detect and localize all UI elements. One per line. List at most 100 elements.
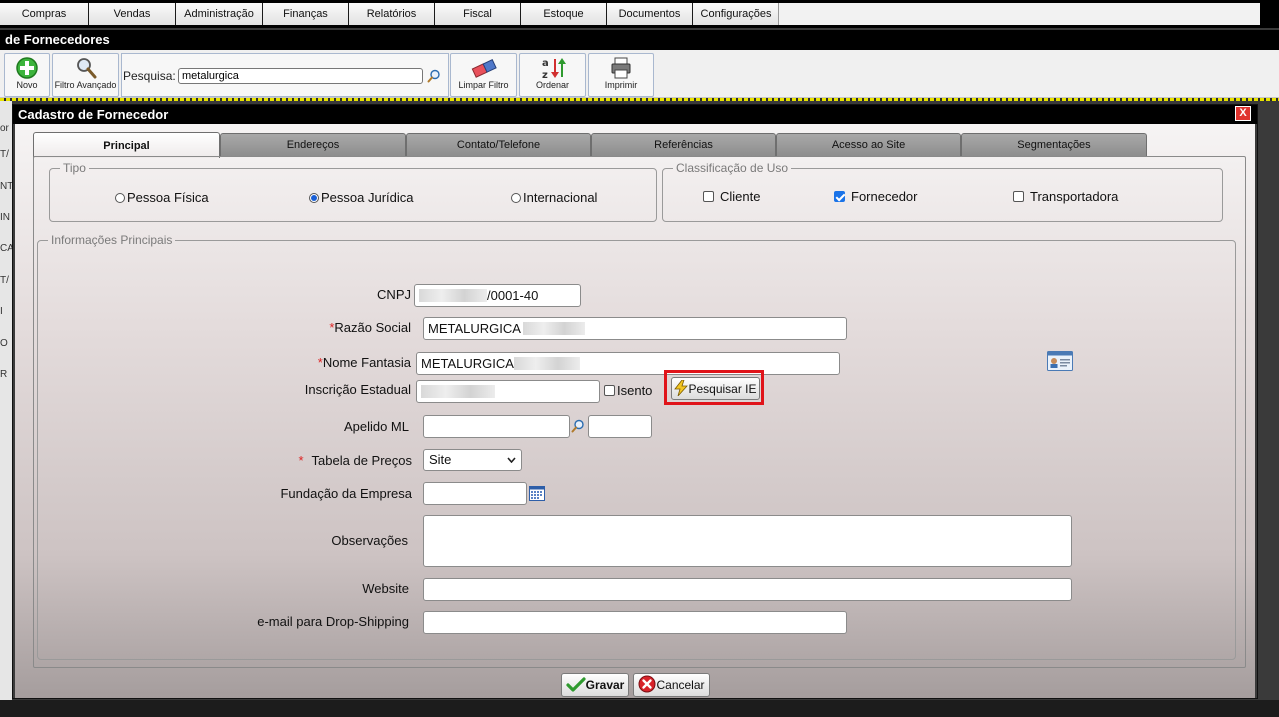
radio-pessoa-fisica[interactable]: Pessoa Física — [115, 190, 209, 205]
checkbox-checked-icon[interactable] — [834, 191, 845, 202]
checkbox-icon[interactable] — [1013, 191, 1024, 202]
inscricao-estadual-label: Inscrição Estadual — [304, 382, 411, 397]
gravar-button[interactable]: Gravar — [561, 673, 629, 697]
tab-acesso-ao-site[interactable]: Acesso ao Site — [776, 133, 961, 156]
menu-strip-empty — [779, 3, 1260, 25]
menu-compras[interactable]: Compras — [0, 3, 89, 25]
limpar-filtro-button[interactable]: Limpar Filtro — [450, 53, 517, 97]
cancelar-label: Cancelar — [656, 678, 705, 692]
radio-label: Pessoa Jurídica — [321, 190, 414, 205]
list-item: T/ — [0, 275, 9, 286]
redacted-value — [513, 357, 580, 370]
calendar-icon[interactable] — [529, 486, 545, 501]
menu-vendas[interactable]: Vendas — [89, 3, 176, 25]
checkbox-isento[interactable]: Isento — [604, 383, 652, 398]
novo-button[interactable]: Novo — [4, 53, 50, 97]
page-title: de Fornecedores — [0, 30, 1279, 50]
toolbar: Novo Filtro Avançado Pesquisa: Limpar Fi… — [0, 50, 1279, 98]
redacted-value — [522, 322, 585, 335]
radio-icon[interactable] — [511, 193, 521, 203]
menu-administracao[interactable]: Administração — [176, 3, 263, 25]
apelido-ml-field[interactable] — [423, 415, 570, 438]
radio-icon[interactable] — [115, 193, 125, 203]
filtro-avancado-button[interactable]: Filtro Avançado — [52, 53, 119, 97]
nome-fantasia-field[interactable]: METALURGICA — [416, 352, 840, 375]
tabela-precos-select[interactable]: Site — [423, 449, 522, 471]
cadastro-fornecedor-dialog: Cadastro de Fornecedor X Principal Ender… — [12, 104, 1258, 699]
cnpj-field[interactable]: /0001-40 — [414, 284, 581, 307]
observacoes-textarea[interactable] — [423, 515, 1072, 567]
apelido-ml-label: Apelido ML — [343, 419, 409, 434]
gravar-label: Gravar — [585, 678, 625, 692]
radio-selected-icon[interactable] — [309, 193, 319, 203]
list-item: R — [0, 369, 8, 380]
cnpj-value: /0001-40 — [487, 288, 539, 303]
checkbox-transportadora[interactable]: Transportadora — [1013, 189, 1118, 204]
checkbox-fornecedor[interactable]: Fornecedor — [834, 189, 917, 204]
dialog-title-text: Cadastro de Fornecedor — [18, 107, 169, 122]
menu-configuracoes[interactable]: Configurações — [693, 3, 779, 25]
razao-social-label: *Razão Social — [265, 320, 411, 335]
tab-contato-telefone[interactable]: Contato/Telefone — [406, 133, 591, 156]
id-card-icon[interactable] — [1047, 351, 1073, 371]
imprimir-button[interactable]: Imprimir — [588, 53, 654, 97]
checkmark-icon — [566, 677, 586, 692]
menu-fiscal[interactable]: Fiscal — [435, 3, 521, 25]
razao-social-field[interactable]: METALURGICA — [423, 317, 847, 340]
list-item: or — [0, 123, 9, 134]
eraser-icon — [471, 59, 497, 78]
list-item: T/ — [0, 149, 9, 160]
printer-icon — [611, 57, 631, 79]
tab-segmentacoes[interactable]: Segmentações — [961, 133, 1147, 156]
classificacao-legend: Classificação de Uso — [676, 161, 789, 175]
sort-az-icon: a z — [542, 58, 566, 80]
checkbox-label: Fornecedor — [851, 189, 918, 204]
checkbox-icon[interactable] — [604, 385, 615, 396]
novo-label: Novo — [16, 80, 38, 90]
search-icon[interactable] — [427, 69, 441, 83]
radio-label: Pessoa Física — [127, 190, 209, 205]
radio-pessoa-juridica[interactable]: Pessoa Jurídica — [309, 190, 414, 205]
ordenar-button[interactable]: a z Ordenar — [519, 53, 586, 97]
cancelar-button[interactable]: Cancelar — [633, 673, 710, 697]
required-mark: * — [298, 453, 304, 468]
radio-internacional[interactable]: Internacional — [511, 190, 597, 205]
list-item: IN — [0, 212, 10, 223]
tab-enderecos[interactable]: Endereços — [220, 133, 406, 156]
svg-text:a: a — [542, 58, 549, 69]
search-area: Pesquisa: — [121, 53, 449, 97]
limpar-label: Limpar Filtro — [458, 80, 509, 90]
checkbox-cliente[interactable]: Cliente — [703, 189, 760, 204]
inscricao-estadual-field[interactable] — [416, 380, 600, 403]
email-drop-shipping-label: e-mail para Drop-Shipping — [257, 614, 409, 629]
fundacao-field[interactable] — [423, 482, 527, 505]
menu-estoque[interactable]: Estoque — [521, 3, 607, 25]
menu-financas[interactable]: Finanças — [263, 3, 349, 25]
background-list: or T/ NT IN CA T/ I O R — [0, 101, 12, 717]
checkbox-icon[interactable] — [703, 191, 714, 202]
ordenar-label: Ordenar — [535, 80, 570, 90]
nome-fantasia-value: METALURGICA — [421, 356, 514, 371]
menu-relatorios[interactable]: Relatórios — [349, 3, 435, 25]
razao-social-label-text: Razão Social — [334, 320, 411, 335]
email-drop-shipping-field[interactable] — [423, 611, 847, 634]
close-icon[interactable]: X — [1235, 106, 1251, 121]
razao-social-value: METALURGICA — [428, 321, 521, 336]
fundacao-label: Fundação da Empresa — [280, 486, 412, 501]
menu-documentos[interactable]: Documentos — [607, 3, 693, 25]
list-item: I — [0, 306, 3, 317]
cnpj-label: CNPJ — [377, 287, 411, 302]
search-input[interactable] — [178, 68, 423, 84]
tabela-precos-label: * Tabela de Preços — [265, 453, 412, 468]
dialog-body: Principal Endereços Contato/Telefone Ref… — [15, 124, 1255, 698]
top-menu-bar: Compras Vendas Administração Finanças Re… — [0, 0, 1279, 28]
website-field[interactable] — [423, 578, 1072, 601]
apelido-ml-id-field[interactable] — [588, 415, 652, 438]
tab-referencias[interactable]: Referências — [591, 133, 776, 156]
search-icon[interactable] — [571, 419, 585, 433]
imprimir-label: Imprimir — [604, 80, 638, 90]
redacted-value — [419, 289, 487, 302]
informacoes-legend: Informações Principais — [51, 233, 173, 247]
observacoes-label: Observações — [331, 533, 408, 548]
tab-principal[interactable]: Principal — [33, 132, 220, 158]
